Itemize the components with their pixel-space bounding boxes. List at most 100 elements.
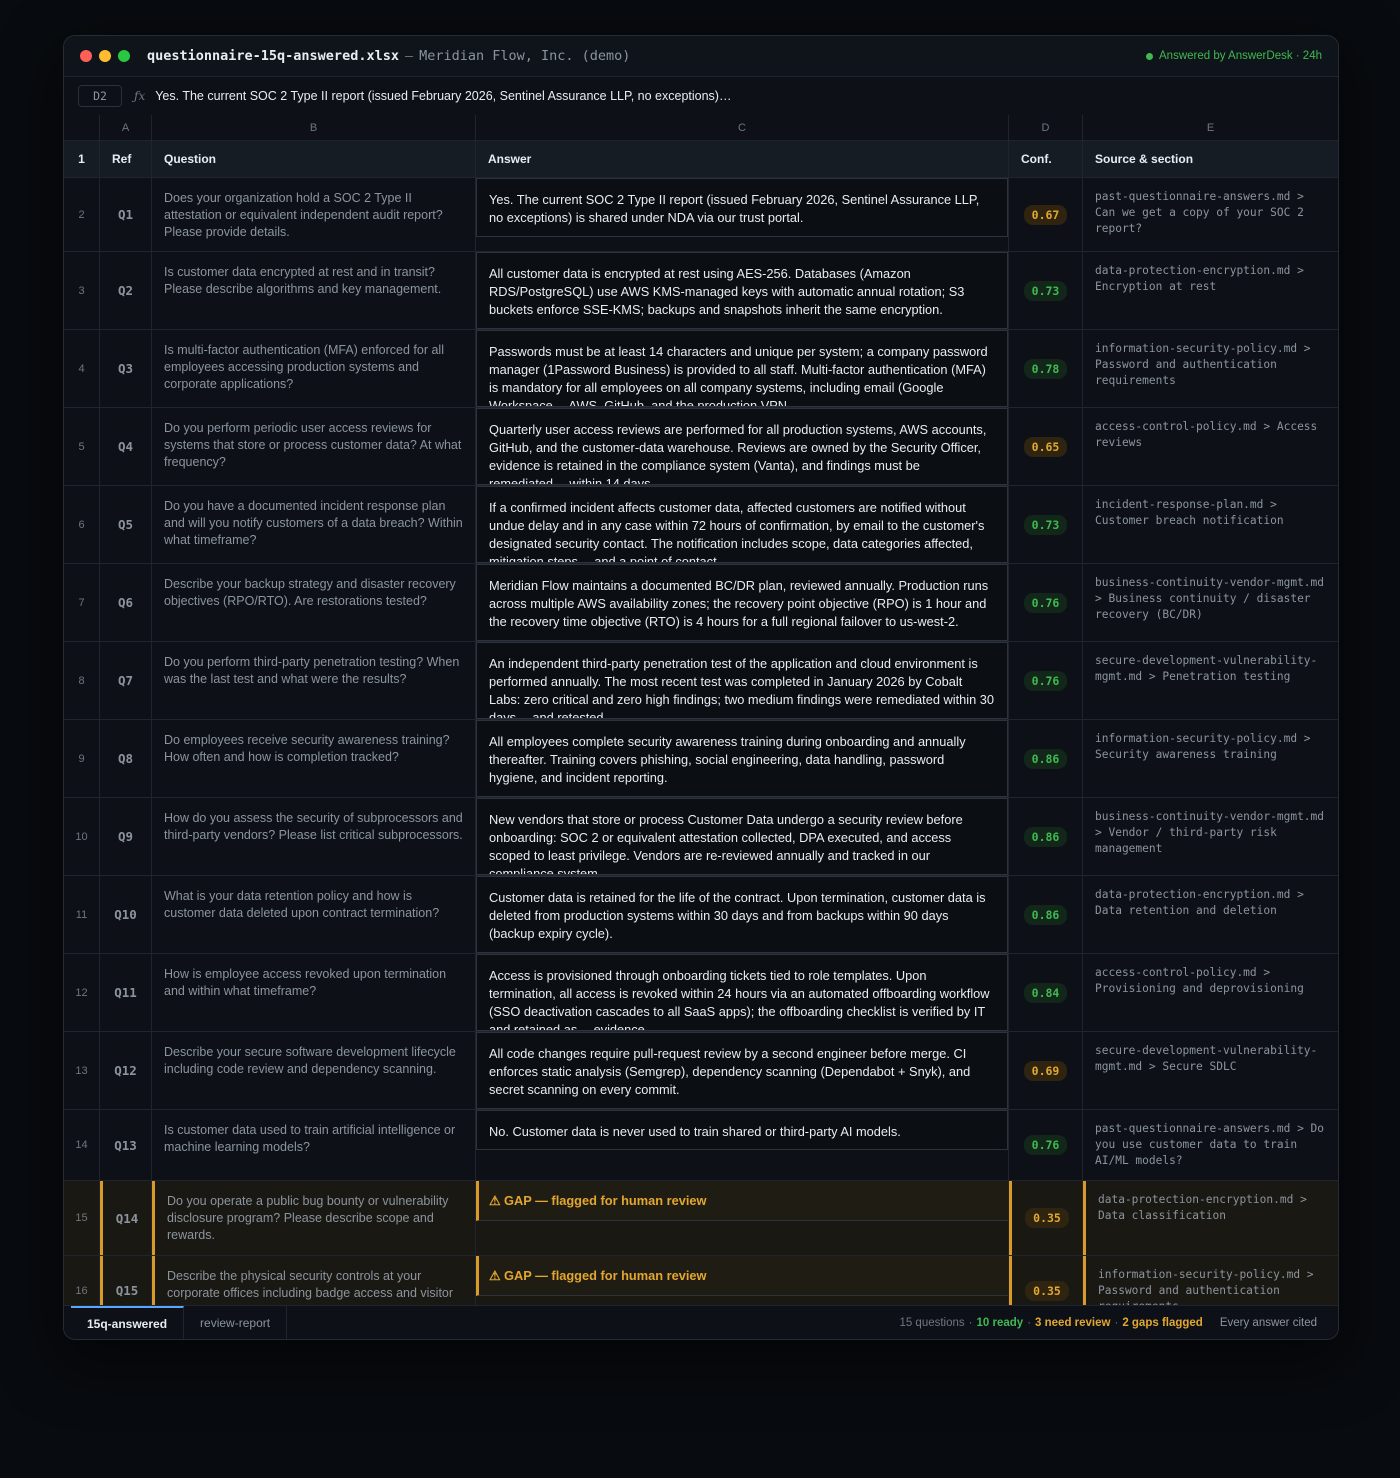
cell-reference-box[interactable]: D2 (78, 85, 122, 107)
ref-cell[interactable]: Q3 (100, 330, 152, 407)
row-number[interactable]: 5 (64, 408, 100, 485)
row-number[interactable]: 15 (64, 1181, 100, 1255)
source-cell[interactable]: business-continuity-vendor-mgmt.md > Bus… (1083, 564, 1338, 641)
source-cell[interactable]: past-questionnaire-answers.md > Do you u… (1083, 1110, 1338, 1180)
table-row[interactable]: 13 Q12 Describe your secure software devel… (64, 1032, 1338, 1110)
confidence-cell[interactable]: 0.76 (1009, 1110, 1083, 1180)
answer-cell[interactable]: All code changes require pull-request re… (476, 1032, 1009, 1109)
source-cell[interactable]: secure-development-vulnerability-mgmt.md… (1083, 1032, 1338, 1109)
header-answer[interactable]: Answer (476, 141, 1009, 177)
answer-cell[interactable]: Customer data is retained for the life o… (476, 876, 1009, 953)
header-source[interactable]: Source & section (1083, 141, 1338, 177)
answer-text[interactable]: An independent third-party penetration t… (476, 642, 1008, 719)
answer-cell[interactable]: Quarterly user access reviews are perfor… (476, 408, 1009, 485)
answer-cell[interactable]: All customer data is encrypted at rest u… (476, 252, 1009, 329)
gap-flag[interactable]: ⚠ GAP — flagged for human review (476, 1181, 1008, 1221)
question-cell[interactable]: Do employees receive security awareness … (152, 720, 476, 797)
table-row[interactable]: 4 Q3 Is multi-factor authentication (MFA) … (64, 330, 1338, 408)
answer-text[interactable]: Quarterly user access reviews are perfor… (476, 408, 1008, 485)
answer-cell[interactable]: ⚠ GAP — flagged for human review (476, 1181, 1009, 1255)
table-row[interactable]: 3 Q2 Is customer data encrypted at rest an… (64, 252, 1338, 330)
confidence-cell[interactable]: 0.67 (1009, 178, 1083, 251)
row-number[interactable]: 12 (64, 954, 100, 1031)
header-ref[interactable]: Ref (100, 141, 152, 177)
ref-cell[interactable]: Q14 (100, 1181, 152, 1255)
answer-text[interactable]: Customer data is retained for the life o… (476, 876, 1008, 953)
table-row[interactable]: 10 Q9 How do you assess the security of su… (64, 798, 1338, 876)
answer-cell[interactable]: Access is provisioned through onboarding… (476, 954, 1009, 1031)
row-number[interactable]: 14 (64, 1110, 100, 1180)
source-cell[interactable]: access-control-policy.md > Access review… (1083, 408, 1338, 485)
confidence-cell[interactable]: 0.86 (1009, 876, 1083, 953)
answer-cell[interactable]: All employees complete security awarenes… (476, 720, 1009, 797)
column-letter-b[interactable]: B (152, 115, 476, 140)
confidence-cell[interactable]: 0.69 (1009, 1032, 1083, 1109)
answer-cell[interactable]: If a confirmed incident affects customer… (476, 486, 1009, 563)
answer-text[interactable]: All employees complete security awarenes… (476, 720, 1008, 797)
ref-cell[interactable]: Q6 (100, 564, 152, 641)
question-cell[interactable]: Describe your secure software developmen… (152, 1032, 476, 1109)
ref-cell[interactable]: Q11 (100, 954, 152, 1031)
row-number[interactable]: 6 (64, 486, 100, 563)
ref-cell[interactable]: Q5 (100, 486, 152, 563)
question-cell[interactable]: Do you perform third-party penetration t… (152, 642, 476, 719)
sheet-tab-15q-answered[interactable]: 15q-answered (71, 1306, 185, 1339)
answer-text[interactable]: Access is provisioned through onboarding… (476, 954, 1008, 1031)
confidence-cell[interactable]: 0.78 (1009, 330, 1083, 407)
row-number[interactable]: 13 (64, 1032, 100, 1109)
confidence-cell[interactable]: 0.73 (1009, 252, 1083, 329)
source-cell[interactable]: incident-response-plan.md > Customer bre… (1083, 486, 1338, 563)
select-all-corner[interactable] (64, 115, 100, 140)
answer-cell[interactable]: New vendors that store or process Custom… (476, 798, 1009, 875)
question-cell[interactable]: Do you perform periodic user access revi… (152, 408, 476, 485)
confidence-cell[interactable]: 0.76 (1009, 642, 1083, 719)
row-number[interactable]: 1 (64, 141, 100, 177)
ref-cell[interactable]: Q7 (100, 642, 152, 719)
answer-text[interactable]: No. Customer data is never used to train… (476, 1110, 1008, 1150)
close-window-button[interactable] (80, 50, 92, 62)
confidence-cell[interactable]: 0.86 (1009, 798, 1083, 875)
table-row[interactable]: 7 Q6 Describe your backup strategy and dis… (64, 564, 1338, 642)
column-letter-d[interactable]: D (1009, 115, 1083, 140)
question-cell[interactable]: Is customer data used to train artificia… (152, 1110, 476, 1180)
row-number[interactable]: 10 (64, 798, 100, 875)
answer-cell[interactable]: An independent third-party penetration t… (476, 642, 1009, 719)
table-row[interactable]: 5 Q4 Do you perform periodic user access r… (64, 408, 1338, 486)
table-row[interactable]: 9 Q8 Do employees receive security awarene… (64, 720, 1338, 798)
ref-cell[interactable]: Q2 (100, 252, 152, 329)
answer-cell[interactable]: Passwords must be at least 14 characters… (476, 330, 1009, 407)
question-cell[interactable]: Describe your backup strategy and disast… (152, 564, 476, 641)
confidence-cell[interactable]: 0.84 (1009, 954, 1083, 1031)
formula-input[interactable]: Yes. The current SOC 2 Type II report (i… (155, 89, 731, 103)
answer-text[interactable]: New vendors that store or process Custom… (476, 798, 1008, 875)
confidence-cell[interactable]: 0.65 (1009, 408, 1083, 485)
row-number[interactable]: 8 (64, 642, 100, 719)
column-letter-e[interactable]: E (1083, 115, 1338, 140)
table-row[interactable]: 14 Q13 Is customer data used to train arti… (64, 1110, 1338, 1181)
confidence-cell[interactable]: 0.73 (1009, 486, 1083, 563)
source-cell[interactable]: data-protection-encryption.md > Encrypti… (1083, 252, 1338, 329)
table-row[interactable]: 8 Q7 Do you perform third-party penetratio… (64, 642, 1338, 720)
source-cell[interactable]: access-control-policy.md > Provisioning … (1083, 954, 1338, 1031)
ref-cell[interactable]: Q10 (100, 876, 152, 953)
question-cell[interactable]: How is employee access revoked upon term… (152, 954, 476, 1031)
row-number[interactable]: 3 (64, 252, 100, 329)
minimize-window-button[interactable] (99, 50, 111, 62)
ref-cell[interactable]: Q12 (100, 1032, 152, 1109)
row-number[interactable]: 11 (64, 876, 100, 953)
table-row[interactable]: 2 Q1 Does your organization hold a SOC 2 T… (64, 178, 1338, 252)
source-cell[interactable]: past-questionnaire-answers.md > Can we g… (1083, 178, 1338, 251)
question-cell[interactable]: Does your organization hold a SOC 2 Type… (152, 178, 476, 251)
header-question[interactable]: Question (152, 141, 476, 177)
source-cell[interactable]: data-protection-encryption.md > Data cla… (1083, 1181, 1338, 1255)
table-row[interactable]: 11 Q10 What is your data retention policy … (64, 876, 1338, 954)
ref-cell[interactable]: Q8 (100, 720, 152, 797)
answer-cell[interactable]: Yes. The current SOC 2 Type II report (i… (476, 178, 1009, 251)
row-number[interactable]: 7 (64, 564, 100, 641)
table-row[interactable]: 12 Q11 How is employee access revoked upon… (64, 954, 1338, 1032)
source-cell[interactable]: information-security-policy.md > Securit… (1083, 720, 1338, 797)
answer-text[interactable]: Meridian Flow maintains a documented BC/… (476, 564, 1008, 641)
confidence-cell[interactable]: 0.35 (1009, 1181, 1083, 1255)
answer-text[interactable]: All code changes require pull-request re… (476, 1032, 1008, 1109)
question-cell[interactable]: How do you assess the security of subpro… (152, 798, 476, 875)
